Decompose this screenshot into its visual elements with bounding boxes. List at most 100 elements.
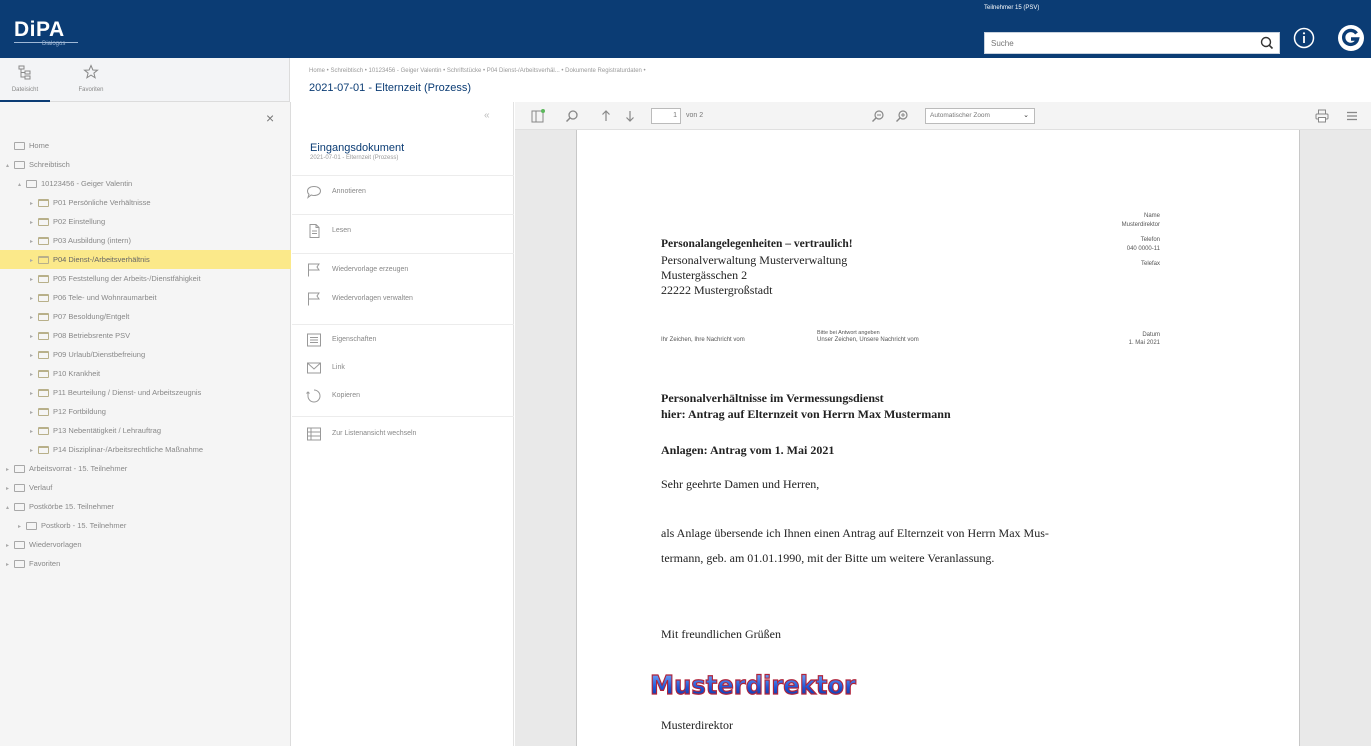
expand-icon[interactable]: ▸ bbox=[6, 480, 14, 497]
folder-icon bbox=[38, 370, 49, 379]
tree-item-label: P03 Ausbildung (intern) bbox=[53, 236, 131, 245]
search-input[interactable] bbox=[985, 33, 1245, 53]
tree-item[interactable]: ▸ Arbeitsvorrat - 15. Teilnehmer bbox=[0, 459, 291, 478]
expand-icon[interactable]: ▸ bbox=[30, 423, 38, 440]
annotate-button[interactable]: Annotieren bbox=[292, 175, 514, 209]
expand-icon[interactable]: ▸ bbox=[30, 347, 38, 364]
tree-item[interactable]: ▸ P09 Urlaub/Dienstbefreiung bbox=[0, 345, 291, 364]
close-icon[interactable]: × bbox=[266, 110, 274, 126]
flag-icon bbox=[308, 292, 320, 306]
document-page bbox=[576, 130, 1300, 746]
copy-icon bbox=[306, 389, 321, 403]
menu-icon[interactable] bbox=[1345, 109, 1359, 123]
search-icon[interactable] bbox=[1259, 35, 1275, 51]
expand-icon[interactable]: ▸ bbox=[6, 537, 14, 554]
expand-icon[interactable]: ▸ bbox=[30, 195, 38, 212]
expand-icon[interactable]: ▸ bbox=[30, 233, 38, 250]
tree-item-label: P13 Nebentätigkeit / Lehrauftrag bbox=[53, 426, 161, 435]
tree-item[interactable]: ▸ P14 Disziplinar-/Arbeitsrechtliche Maßn… bbox=[0, 440, 291, 459]
tree-item[interactable]: ▸ P04 Dienst-/Arbeitsverhältnis bbox=[0, 250, 291, 269]
tree-item-label: Wiedervorlagen bbox=[29, 540, 82, 549]
document-viewer[interactable] bbox=[515, 130, 1371, 746]
expand-icon[interactable]: ▴ bbox=[6, 157, 14, 174]
tree-item[interactable]: ▸ P03 Ausbildung (intern) bbox=[0, 231, 291, 250]
tree-item[interactable]: ▸ Wiedervorlagen bbox=[0, 535, 291, 554]
expand-icon[interactable]: ▸ bbox=[18, 518, 26, 535]
app-logo[interactable]: DiPA bbox=[14, 18, 65, 42]
create-resubmission-button[interactable]: Wiedervorlage erzeugen bbox=[292, 253, 514, 287]
clock-icon bbox=[14, 484, 25, 493]
expand-icon[interactable]: ▸ bbox=[30, 271, 38, 288]
expand-icon[interactable]: ▸ bbox=[30, 404, 38, 421]
tree-item[interactable]: ▸ P12 Fortbildung bbox=[0, 402, 291, 421]
body-line-1: als Anlage übersende ich Ihnen einen Ant… bbox=[661, 526, 1049, 540]
reference-middle-top: Bitte bei Antwort angeben bbox=[817, 330, 880, 336]
collapse-icon[interactable]: « bbox=[484, 110, 496, 121]
folder-icon bbox=[38, 408, 49, 417]
expand-icon[interactable]: ▴ bbox=[6, 499, 14, 516]
tree-item[interactable]: ▸ P13 Nebentätigkeit / Lehrauftrag bbox=[0, 421, 291, 440]
sidebar-toggle-icon[interactable] bbox=[531, 109, 545, 123]
tree-item[interactable]: ▸ P01 Persönliche Verhältnisse bbox=[0, 193, 291, 212]
expand-icon[interactable]: ▸ bbox=[6, 556, 14, 573]
tree-item[interactable]: ▸ P05 Feststellung der Arbeits-/Dienstfäh… bbox=[0, 269, 291, 288]
tab-favorites[interactable]: Favoriten bbox=[66, 58, 116, 102]
tab-tree[interactable]: Dateisicht bbox=[0, 58, 50, 102]
tree-item[interactable]: ▸ Favoriten bbox=[0, 554, 291, 573]
page-count: von 2 bbox=[686, 112, 704, 119]
link-button[interactable]: Link bbox=[292, 356, 514, 380]
expand-icon[interactable]: ▸ bbox=[30, 290, 38, 307]
breadcrumb[interactable]: Home • Schreibtisch • 10123456 - Geiger … bbox=[309, 68, 646, 74]
header-name-value: Musterdirektor bbox=[1121, 222, 1160, 228]
tree-item[interactable]: ▴ Postkörbe 15. Teilnehmer bbox=[0, 497, 291, 516]
date-value: 1. Mai 2021 bbox=[1128, 340, 1160, 346]
page-number-input[interactable]: 1 bbox=[651, 108, 681, 124]
expand-icon[interactable]: ▸ bbox=[30, 328, 38, 345]
expand-icon[interactable]: ▸ bbox=[30, 252, 38, 269]
tree-item[interactable]: ▸ P07 Besoldung/Entgelt bbox=[0, 307, 291, 326]
folder-icon bbox=[38, 256, 49, 265]
zoom-select[interactable]: Automatischer Zoom ⌄ bbox=[925, 108, 1035, 124]
copy-button[interactable]: Kopieren bbox=[292, 384, 514, 408]
zoom-in-icon[interactable] bbox=[895, 109, 909, 123]
tree-item[interactable]: ▸ P08 Betriebsrente PSV bbox=[0, 326, 291, 345]
brand-icon[interactable] bbox=[1337, 24, 1365, 52]
previous-page-icon[interactable] bbox=[599, 109, 613, 123]
tree-item[interactable]: ▴ Schreibtisch bbox=[0, 155, 291, 174]
list-view-button[interactable]: Zur Listenansicht wechseln bbox=[292, 422, 514, 446]
read-button[interactable]: Lesen bbox=[292, 214, 514, 248]
properties-button[interactable]: Eigenschaften bbox=[292, 328, 514, 352]
tree-item[interactable]: ▸ P06 Tele- und Wohnraumarbeit bbox=[0, 288, 291, 307]
tree-item[interactable]: ▴ 10123456 - Geiger Valentin bbox=[0, 174, 291, 193]
find-icon[interactable] bbox=[565, 109, 579, 123]
expand-icon[interactable]: ▸ bbox=[6, 461, 14, 478]
tree-item[interactable]: ▸ P02 Einstellung bbox=[0, 212, 291, 231]
flag-icon bbox=[308, 263, 320, 277]
logo-subtitle: Dialogos bbox=[42, 41, 66, 47]
salutation: Sehr geehrte Damen und Herren, bbox=[661, 477, 820, 491]
tree-item-label: P01 Persönliche Verhältnisse bbox=[53, 198, 151, 207]
list-view-label: Zur Listenansicht wechseln bbox=[332, 430, 417, 437]
expand-icon[interactable]: ▸ bbox=[30, 366, 38, 383]
star-icon bbox=[14, 560, 25, 569]
zoom-out-icon[interactable] bbox=[871, 109, 885, 123]
manage-resubmissions-button[interactable]: Wiedervorlagen verwalten bbox=[292, 287, 514, 311]
expand-icon[interactable]: ▸ bbox=[30, 385, 38, 402]
expand-icon[interactable]: ▸ bbox=[30, 442, 38, 459]
body-line-2: termann, geb. am 01.01.1990, mit der Bit… bbox=[661, 551, 995, 565]
tree-item[interactable]: Home bbox=[0, 136, 291, 155]
tree-item-label: P02 Einstellung bbox=[53, 217, 106, 226]
divider bbox=[292, 324, 514, 325]
expand-icon[interactable]: ▴ bbox=[18, 176, 26, 193]
tree-item[interactable]: ▸ P10 Krankheit bbox=[0, 364, 291, 383]
tree-item[interactable]: ▸ P11 Beurteilung / Dienst- und Arbeitsze… bbox=[0, 383, 291, 402]
tree-item[interactable]: ▸ Postkorb - 15. Teilnehmer bbox=[0, 516, 291, 535]
flag-icon bbox=[14, 541, 25, 550]
info-icon[interactable] bbox=[1293, 27, 1315, 49]
expand-icon[interactable]: ▸ bbox=[30, 214, 38, 231]
expand-icon[interactable]: ▸ bbox=[30, 309, 38, 326]
tree-item[interactable]: ▸ Verlauf bbox=[0, 478, 291, 497]
tree-item-label: P09 Urlaub/Dienstbefreiung bbox=[53, 350, 146, 359]
next-page-icon[interactable] bbox=[623, 109, 637, 123]
print-icon[interactable] bbox=[1315, 109, 1329, 123]
